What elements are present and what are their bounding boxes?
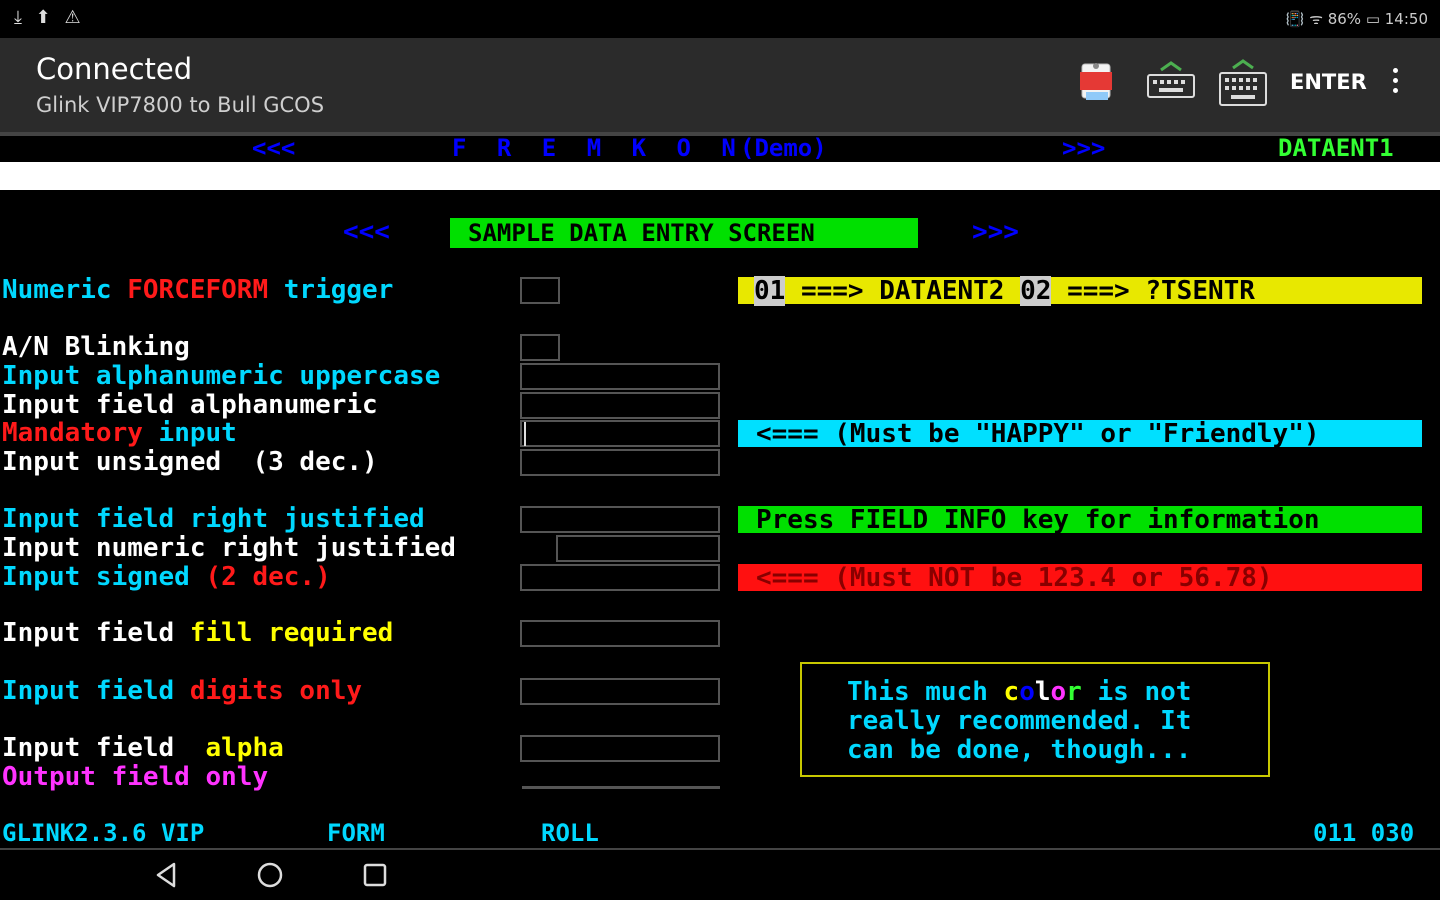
terminal-screen[interactable]: <<< F R E M K O N (Demo) >>> DATAENT1 <<…: [0, 132, 1440, 848]
nav-option-01[interactable]: 01: [754, 276, 786, 306]
recents-icon[interactable]: [360, 860, 390, 890]
header-demo: (Demo): [740, 134, 827, 162]
section-right-arrows: >>>: [972, 217, 1019, 247]
label-alpha: Input field alpha: [2, 733, 284, 763]
not-value-hint: <=== (Must NOT be 123.4 or 56.78): [738, 564, 1422, 593]
blinking-field[interactable]: [520, 334, 560, 361]
label-output-only: Output field only: [2, 762, 269, 792]
navigation-bar[interactable]: 01 ===> DATAENT2 02 ===> ?TSENTR: [738, 276, 1422, 306]
footer-mode-form: FORM: [327, 819, 385, 847]
label-digits-only: Input field digits only: [2, 676, 363, 706]
nav-option-02[interactable]: 02: [1020, 276, 1052, 306]
mandatory-field[interactable]: [520, 420, 720, 447]
label-blinking: A/N Blinking: [2, 332, 190, 362]
fill-required-field[interactable]: [520, 620, 720, 647]
label-right-justified: Input field right justified: [2, 504, 425, 534]
label-fill-required: Input field fill required: [2, 618, 394, 648]
label-signed: Input signed (2 dec.): [2, 562, 331, 592]
right-justified-field[interactable]: [520, 506, 720, 533]
label-unsigned: Input unsigned (3 dec.): [2, 447, 378, 477]
connection-title: Connected: [36, 52, 193, 86]
forceform-trigger-field[interactable]: [520, 277, 560, 304]
section-left-arrows: <<<: [343, 217, 390, 247]
alphanumeric-field[interactable]: [520, 392, 720, 419]
numeric-right-justified-field[interactable]: [556, 535, 720, 562]
uppercase-field[interactable]: [520, 363, 720, 390]
status-info: 📳 ᯤ 86% ▭ 14:50: [1285, 10, 1428, 28]
app-bar: Connected Glink VIP7800 to Bull GCOS ENT…: [0, 38, 1440, 132]
note-box: This much color is not really recommende…: [800, 662, 1270, 777]
header-left-arrows: <<<: [252, 134, 296, 162]
back-icon[interactable]: [152, 860, 182, 890]
note-line-3: can be done, though...: [847, 735, 1192, 765]
signed-field[interactable]: [520, 564, 720, 591]
label-uppercase: Input alphanumeric uppercase: [2, 361, 441, 391]
alpha-field[interactable]: [520, 735, 720, 762]
section-title: SAMPLE DATA ENTRY SCREEN: [450, 218, 918, 248]
divider: [0, 848, 1440, 850]
footer-version: GLINK2.3.6 VIP: [2, 819, 205, 847]
label-numeric-trigger: Numeric FORCEFORM trigger: [2, 275, 394, 305]
keyboard-hide-icon[interactable]: [1145, 58, 1197, 110]
message-line: [0, 162, 1440, 190]
enter-button[interactable]: ENTER: [1290, 70, 1367, 94]
cursor-position: 011 030: [1313, 819, 1415, 847]
text-cursor: [524, 422, 526, 446]
happy-hint: <=== (Must be "HAPPY" or "Friendly"): [738, 420, 1422, 449]
keyboard-show-icon[interactable]: [1217, 58, 1269, 110]
screen-id: DATAENT1: [1278, 134, 1394, 162]
notification-icons: ⤓ ⬆ ⚠: [14, 7, 85, 28]
header-title: F R E M K O N: [452, 134, 744, 162]
label-numeric-right-justified: Input numeric right justified: [2, 533, 456, 563]
field-info-hint: Press FIELD INFO key for information: [738, 506, 1422, 535]
home-icon[interactable]: [255, 860, 285, 890]
connection-subtitle: Glink VIP7800 to Bull GCOS: [36, 93, 325, 117]
digits-only-field[interactable]: [520, 678, 720, 705]
footer-mode-roll: ROLL: [541, 819, 599, 847]
overflow-menu-icon[interactable]: [1385, 68, 1405, 102]
label-mandatory: Mandatory input: [2, 418, 237, 448]
clipboard-icon[interactable]: [1072, 58, 1124, 110]
header-right-arrows: >>>: [1062, 134, 1106, 162]
output-field: [522, 786, 720, 789]
status-bar: ⤓ ⬆ ⚠ 📳 ᯤ 86% ▭ 14:50: [0, 0, 1440, 38]
label-alphanumeric: Input field alphanumeric: [2, 390, 378, 420]
navigation-bar-system: [0, 848, 1440, 900]
note-line-2: really recommended. It: [847, 706, 1192, 736]
unsigned-field[interactable]: [520, 449, 720, 476]
note-line-1: This much color is not: [847, 677, 1192, 707]
